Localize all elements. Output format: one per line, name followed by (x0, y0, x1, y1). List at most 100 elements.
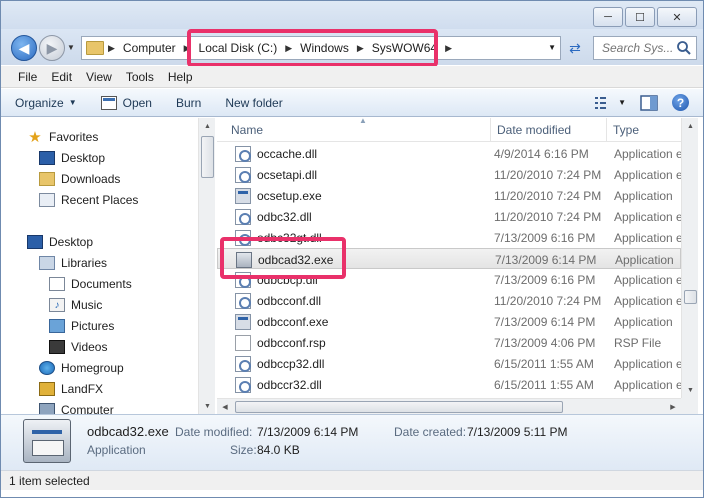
new-folder-button[interactable]: New folder (213, 89, 294, 116)
videos-icon (49, 340, 65, 354)
sort-ascending-icon: ▲ (359, 118, 367, 125)
file-name-cell: odbcad32.exe (236, 249, 333, 270)
scroll-up-arrow-icon[interactable]: ▲ (682, 118, 699, 134)
nav-pane-scrollbar[interactable]: ▲ ▼ (198, 118, 215, 414)
change-view-button[interactable]: ▼ (594, 96, 626, 110)
dll-file-icon (235, 229, 251, 246)
address-history-dropdown[interactable]: ▼ (548, 43, 556, 52)
nav-item-label: Recent Places (61, 193, 139, 207)
breadcrumb-local-disk[interactable]: Local Disk (C:) (195, 37, 282, 59)
forward-button[interactable]: ▶ (39, 35, 65, 61)
nav-pictures[interactable]: Pictures (49, 316, 114, 336)
chevron-right-icon[interactable]: ▶ (281, 43, 296, 54)
file-list-scrollbar[interactable]: ▲ ▼ (681, 118, 698, 398)
documents-icon (49, 277, 65, 291)
search-input[interactable] (602, 41, 676, 55)
scroll-up-arrow-icon[interactable]: ▲ (199, 118, 216, 134)
nav-favorites-desktop[interactable]: Desktop (39, 148, 105, 168)
help-icon[interactable]: ? (672, 94, 689, 111)
column-header-row: Name ▲ Date modified Type (217, 118, 681, 142)
file-row[interactable]: ocsetapi.dll 11/20/2010 7:24 PM Applicatio… (217, 164, 681, 185)
nav-homegroup[interactable]: Homegroup (39, 358, 124, 378)
file-row[interactable]: occache.dll 4/9/2014 6:16 PM Application e (217, 143, 681, 164)
file-type: Application e (614, 377, 681, 392)
file-row[interactable]: odbcconf.dll 11/20/2010 7:24 PM Applicatio… (217, 290, 681, 311)
computer-icon (39, 403, 55, 414)
scroll-down-arrow-icon[interactable]: ▼ (199, 398, 216, 414)
column-header-date[interactable]: Date modified (491, 118, 607, 142)
nav-libraries[interactable]: Libraries (39, 253, 107, 273)
nav-videos[interactable]: Videos (49, 337, 107, 357)
file-name: ocsetapi.dll (257, 167, 318, 182)
scrollbar-thumb[interactable] (201, 136, 214, 178)
scrollbar-thumb[interactable] (684, 290, 697, 304)
refresh-button[interactable]: ⇄ (563, 37, 587, 59)
back-button[interactable]: ◀ (11, 35, 37, 61)
open-label: Open (122, 95, 152, 110)
recent-pages-dropdown[interactable]: ▼ (67, 43, 75, 52)
burn-button[interactable]: Burn (164, 89, 213, 116)
nav-landfx[interactable]: LandFX (39, 379, 103, 399)
maximize-button[interactable]: ☐ (625, 7, 655, 27)
details-date-modified: 7/13/2009 6:14 PM (257, 425, 359, 439)
desktop-icon (39, 151, 55, 165)
column-header-name[interactable]: Name ▲ (225, 118, 491, 142)
scroll-down-arrow-icon[interactable]: ▼ (682, 382, 699, 398)
menu-edit[interactable]: Edit (44, 70, 79, 84)
search-icon[interactable] (676, 40, 692, 56)
open-button[interactable]: Open (89, 89, 164, 116)
menu-help[interactable]: Help (161, 70, 200, 84)
nav-favorites[interactable]: ★ Favorites (27, 127, 98, 147)
file-date-modified: 4/9/2014 6:16 PM (494, 146, 589, 161)
file-row[interactable]: odbcconf.exe 7/13/2009 6:14 PM Application (217, 311, 681, 332)
details-file-type: Application (87, 443, 146, 457)
column-header-type[interactable]: Type (607, 118, 681, 142)
file-row[interactable]: ocsetup.exe 11/20/2010 7:24 PM Application (217, 185, 681, 206)
search-box[interactable] (593, 36, 697, 60)
recent-places-icon (39, 193, 55, 207)
chevron-right-icon[interactable]: ▶ (441, 43, 456, 54)
file-date-modified: 7/13/2009 6:16 PM (494, 230, 596, 245)
scrollbar-thumb[interactable] (235, 401, 563, 413)
nav-computer[interactable]: Computer (39, 400, 114, 414)
nav-downloads[interactable]: Downloads (39, 169, 120, 189)
file-list-horizontal-scrollbar[interactable]: ◀ ▶ (217, 398, 681, 414)
chevron-right-icon[interactable]: ▶ (104, 43, 119, 54)
scroll-right-arrow-icon[interactable]: ▶ (665, 399, 681, 415)
scrollbar-corner (681, 398, 698, 414)
dll-file-icon (235, 166, 251, 183)
file-date-modified: 11/20/2010 7:24 PM (494, 209, 602, 224)
file-row[interactable]: odbc32.dll 11/20/2010 7:24 PM Application … (217, 206, 681, 227)
navigation-pane: ★ Favorites Desktop Downloads Recent Pla… (1, 118, 197, 414)
preview-pane-button[interactable] (640, 94, 658, 111)
breadcrumb-windows[interactable]: Windows (296, 37, 353, 59)
file-type: Application (614, 188, 673, 203)
file-name: odbccr32.dll (257, 377, 322, 392)
address-row: ◀ ▶ ▼ ▶ Computer ▶ Local Disk (C:) ▶ Win… (1, 29, 703, 65)
file-row[interactable]: odbcconf.rsp 7/13/2009 4:06 PM RSP File (217, 332, 681, 353)
nav-documents[interactable]: Documents (49, 274, 132, 294)
breadcrumb-syswow64[interactable]: SysWOW64 (368, 37, 441, 59)
menu-tools[interactable]: Tools (119, 70, 161, 84)
nav-desktop[interactable]: Desktop (27, 232, 93, 252)
menu-view[interactable]: View (79, 70, 119, 84)
menu-file[interactable]: File (11, 70, 44, 84)
file-row[interactable]: odbcbcp.dll 7/13/2009 6:16 PM Application … (217, 269, 681, 290)
chevron-down-icon: ▼ (68, 98, 77, 107)
minimize-button[interactable]: ─ (593, 7, 623, 27)
nav-recent-places[interactable]: Recent Places (39, 190, 138, 210)
file-name: odbcconf.rsp (257, 335, 326, 350)
chevron-right-icon[interactable]: ▶ (180, 43, 195, 54)
chevron-right-icon[interactable]: ▶ (353, 43, 368, 54)
scroll-left-arrow-icon[interactable]: ◀ (217, 399, 233, 415)
close-button[interactable]: ✕ (657, 7, 697, 27)
chevron-down-icon[interactable]: ▼ (618, 98, 626, 107)
file-row[interactable]: odbccp32.dll 6/15/2011 1:55 AM Application… (217, 353, 681, 374)
file-row[interactable]: odbccr32.dll 6/15/2011 1:55 AM Application… (217, 374, 681, 395)
breadcrumb-computer[interactable]: Computer (119, 37, 180, 59)
file-row[interactable]: odbcad32.exe 7/13/2009 6:14 PM Application (217, 248, 681, 269)
nav-music[interactable]: ♪ Music (49, 295, 102, 315)
file-row[interactable]: odbc32gt.dll 7/13/2009 6:16 PM Application… (217, 227, 681, 248)
organize-button[interactable]: Organize ▼ (1, 89, 89, 116)
address-bar[interactable]: ▶ Computer ▶ Local Disk (C:) ▶ Windows ▶… (81, 36, 561, 60)
